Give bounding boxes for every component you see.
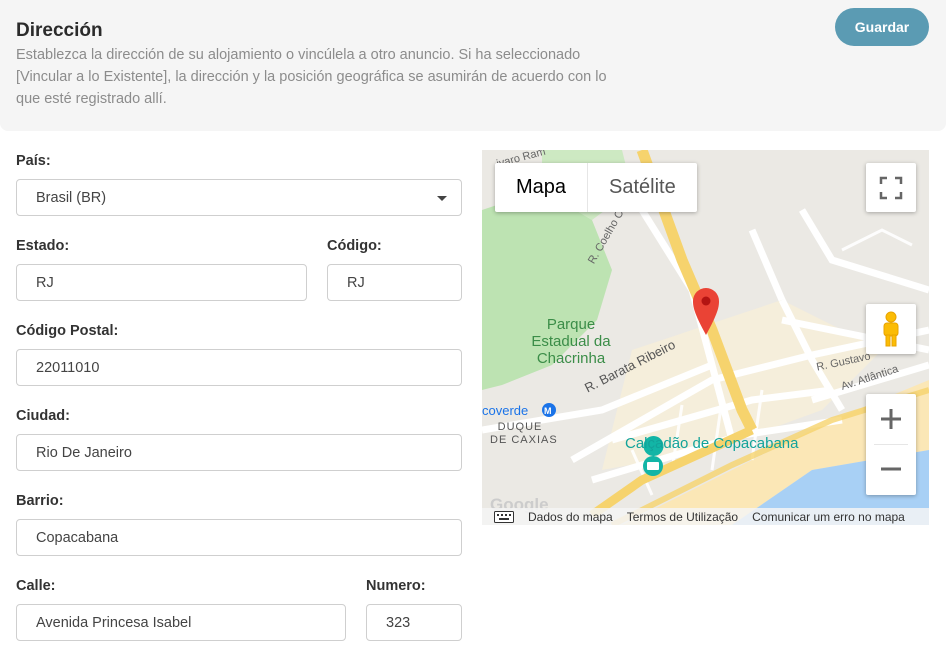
codigo-label: Código: (327, 238, 382, 254)
header-panel: Dirección Establezca la dirección de su … (0, 0, 946, 131)
calle-input[interactable] (36, 614, 326, 631)
map-data-link[interactable]: Dados do mapa (528, 510, 613, 524)
map-label-duque: DUQUE DE CAXIAS (490, 421, 558, 447)
svg-text:M: M (544, 406, 552, 416)
calle-label: Calle: (16, 578, 56, 594)
map-label-duque-line2: DE CAXIAS (490, 434, 558, 446)
barrio-label: Barrio: (16, 493, 64, 509)
map-type-satellite-button[interactable]: Satélite (587, 163, 697, 212)
chevron-down-icon (437, 196, 447, 201)
minus-icon (881, 467, 901, 471)
codigo-postal-label: Código Postal: (16, 323, 119, 339)
map-label-metro: coverde (482, 403, 529, 418)
pais-label: País: (16, 153, 51, 169)
map-label-park-line3: Chacrinha (536, 350, 606, 367)
barrio-input[interactable] (36, 529, 442, 546)
estado-input[interactable] (36, 274, 287, 291)
map-type-map-button[interactable]: Mapa (495, 163, 587, 212)
zoom-divider (874, 444, 908, 445)
codigo-field[interactable] (327, 264, 462, 301)
map-label-park-line2: Estadual da (531, 333, 611, 350)
numero-input[interactable] (386, 614, 442, 631)
ciudad-field[interactable] (16, 434, 462, 471)
pegman-icon (883, 311, 899, 347)
map-view[interactable]: M ivaro Ram R. Coelho Cintra Parque Esta… (482, 150, 929, 525)
map-label-calcadao: Calçadão de Copacabana (625, 435, 799, 452)
codigo-postal-input[interactable] (36, 359, 442, 376)
ciudad-input[interactable] (36, 444, 442, 461)
street-view-button[interactable] (866, 304, 916, 354)
estado-field[interactable] (16, 264, 307, 301)
page-title: Dirección (16, 20, 103, 41)
codigo-input[interactable] (347, 274, 442, 291)
estado-label: Estado: (16, 238, 70, 254)
map-terms-link[interactable]: Termos de Utilização (627, 510, 738, 524)
ciudad-label: Ciudad: (16, 408, 70, 424)
map-label-park: Parque Estadual da Chacrinha (526, 316, 616, 367)
calle-field[interactable] (16, 604, 346, 641)
map-label-park-line1: Parque (546, 316, 596, 333)
numero-field[interactable] (366, 604, 462, 641)
plus-icon (881, 409, 901, 429)
save-button[interactable]: Guardar (835, 8, 929, 46)
page-description: Establezca la dirección de su alojamient… (16, 47, 607, 107)
keyboard-icon[interactable] (494, 510, 514, 523)
zoom-control (866, 394, 916, 495)
fullscreen-icon (879, 176, 903, 199)
map-footer: Dados do mapa Termos de Utilização Comun… (482, 508, 929, 525)
fullscreen-button[interactable] (866, 163, 916, 212)
map-type-control: Mapa Satélite (495, 163, 697, 212)
zoom-out-button[interactable] (866, 444, 916, 494)
codigo-postal-field[interactable] (16, 349, 462, 386)
zoom-in-button[interactable] (866, 394, 916, 444)
map-label-duque-line1: DUQUE (497, 421, 543, 433)
map-report-link[interactable]: Comunicar um erro no mapa (752, 510, 905, 524)
numero-label: Numero: (366, 578, 426, 594)
pais-select[interactable]: Brasil (BR) (16, 179, 462, 216)
barrio-field[interactable] (16, 519, 462, 556)
pais-value: Brasil (BR) (36, 189, 107, 206)
